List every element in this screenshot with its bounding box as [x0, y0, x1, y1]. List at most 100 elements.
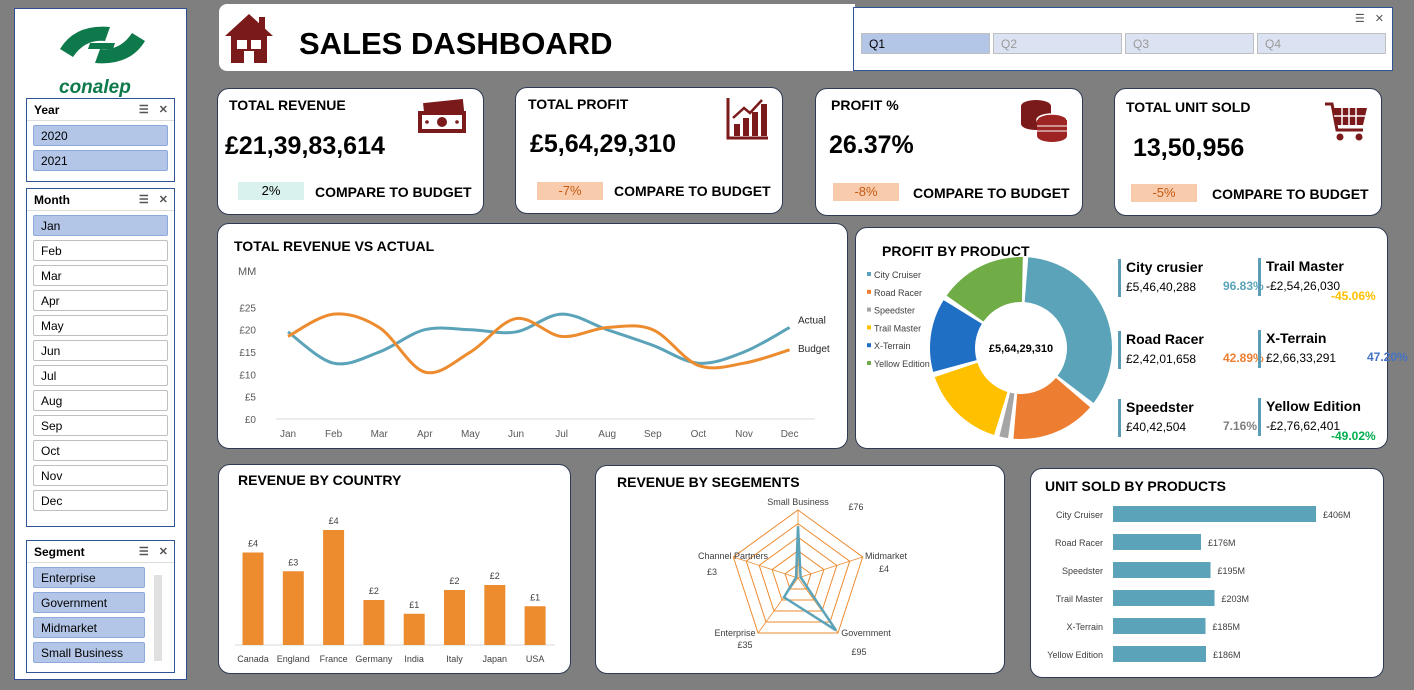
- product-profit-tile: Trail Master -£2,54,26,030 -45.06%: [1258, 258, 1376, 303]
- radar-value-label: £95: [851, 647, 866, 657]
- revenue-by-segments-chart: REVENUE BY SEGEMENTS Small Business £76 Mi…: [595, 465, 1005, 674]
- series-line-actual: [287, 312, 791, 366]
- radar-axis-label: Small Business: [767, 497, 829, 507]
- donut-chart-svg: City Cruiser Road Racer Speedster Trail Mas…: [867, 257, 1112, 439]
- kpi-title: TOTAL PROFIT: [528, 96, 629, 112]
- segment-item[interactable]: Enterprise: [33, 567, 145, 588]
- product-name: Yellow Edition: [1266, 398, 1361, 414]
- quarter-item[interactable]: Q1: [861, 33, 990, 54]
- growth-chart-icon: [726, 98, 768, 140]
- month-item[interactable]: May: [33, 315, 168, 336]
- bar-value-label: £2: [369, 586, 379, 596]
- country-bar: [363, 600, 385, 645]
- multi-select-icon[interactable]: ☰: [139, 103, 149, 116]
- segment-item[interactable]: Small Business: [33, 642, 145, 663]
- bar-value-label: £176M: [1208, 538, 1236, 548]
- multi-select-icon[interactable]: ☰: [139, 193, 149, 206]
- month-item[interactable]: Jun: [33, 340, 168, 361]
- legend-swatch: [867, 361, 871, 365]
- y-tick-label: £15: [239, 348, 256, 359]
- x-tick-label: India: [404, 654, 424, 664]
- month-slicer: Month ☰ ✕ Jan Feb Mar Apr May Jun Jul Aug Sep Oct N…: [26, 188, 175, 527]
- kpi-total-profit: TOTAL PROFIT £5,64,29,310 -7% COMPARE TO…: [515, 87, 783, 214]
- product-profit-tile: City crusier £5,46,40,288 96.83%: [1118, 259, 1264, 297]
- clear-filter-icon[interactable]: ✕: [1375, 12, 1384, 25]
- product-profit-tile: Yellow Edition -£2,76,62,401 -49.02%: [1258, 398, 1376, 443]
- kpi-value: £5,64,29,310: [530, 130, 676, 158]
- y-tick-label: £5: [245, 393, 257, 404]
- month-item[interactable]: Aug: [33, 390, 168, 411]
- month-item[interactable]: Feb: [33, 240, 168, 261]
- bar-value-label: £1: [409, 600, 419, 610]
- segment-item[interactable]: Government: [33, 592, 145, 613]
- y-tick-label: Yellow Edition: [1047, 650, 1103, 660]
- quarter-item[interactable]: Q4: [1257, 33, 1386, 54]
- month-item[interactable]: Jul: [33, 365, 168, 386]
- radar-axis-label: Midmarket: [865, 551, 908, 561]
- revenue-by-country-chart: REVENUE BY COUNTRY £4 Canada £3 England £4 Fr…: [218, 464, 571, 674]
- year-slicer-header: Year ☰ ✕: [27, 99, 174, 121]
- legend-swatch: [867, 272, 871, 276]
- year-item[interactable]: 2020: [33, 125, 168, 146]
- multi-select-icon[interactable]: ☰: [1355, 12, 1365, 25]
- bar-value-label: £186M: [1213, 650, 1241, 660]
- legend-label: Speedster: [874, 306, 915, 316]
- month-item[interactable]: Apr: [33, 290, 168, 311]
- x-tick-label: France: [320, 654, 348, 664]
- logo-text: conalep: [59, 77, 131, 98]
- segment-item[interactable]: Midmarket: [33, 617, 145, 638]
- x-tick-label: Mar: [371, 429, 389, 440]
- month-item[interactable]: Nov: [33, 465, 168, 486]
- kpi-profit-percent: PROFIT % 26.37% -8% COMPARE TO BUDGET: [815, 88, 1083, 216]
- product-profit-tile: Speedster £40,42,504 7.16%: [1118, 399, 1257, 437]
- kpi-value: £21,39,83,614: [225, 132, 385, 160]
- bar-value-label: £4: [329, 516, 339, 526]
- bar-value-label: £195M: [1218, 566, 1246, 576]
- kpi-value: 26.37%: [829, 131, 914, 159]
- radar-axis-label: Government: [841, 628, 891, 638]
- clear-filter-icon[interactable]: ✕: [159, 103, 168, 116]
- month-item[interactable]: Jan: [33, 215, 168, 236]
- units-bar-svg: City Cruiser £406M Road Racer £176M Speedste…: [1047, 506, 1351, 662]
- month-item[interactable]: Dec: [33, 490, 168, 511]
- x-tick-label: USA: [526, 654, 545, 664]
- shopping-cart-icon: [1325, 102, 1367, 141]
- donut-center-label: £5,64,29,310: [989, 343, 1053, 355]
- x-tick-label: Nov: [735, 429, 753, 440]
- product-name: Speedster: [1126, 399, 1194, 415]
- kpi-title: TOTAL UNIT SOLD: [1126, 99, 1251, 115]
- quarter-slicer: ☰ ✕ Q1 Q2 Q3 Q4: [853, 7, 1393, 71]
- x-tick-label: Jan: [280, 429, 296, 440]
- clear-filter-icon[interactable]: ✕: [159, 545, 168, 558]
- profit-by-product-chart: PROFIT BY PRODUCT City Cruiser Road Racer…: [855, 227, 1408, 449]
- radar-axis-label: Enterprise: [714, 628, 755, 638]
- year-item[interactable]: 2021: [33, 150, 168, 171]
- legend-label: Road Racer: [874, 288, 922, 298]
- bar-value-label: £2: [490, 571, 500, 581]
- kpi-total-revenue: TOTAL REVENUE £21,39,83,614 2% COMPARE T…: [217, 88, 484, 215]
- y-tick-label: Trail Master: [1056, 594, 1103, 604]
- kpi-compare-label: COMPARE TO BUDGET: [315, 184, 472, 200]
- country-bar: [403, 613, 425, 645]
- radar-value-label: £76: [848, 502, 863, 512]
- month-item[interactable]: Oct: [33, 440, 168, 461]
- kpi-compare-label: COMPARE TO BUDGET: [614, 183, 771, 199]
- product-name: Trail Master: [1266, 258, 1344, 274]
- x-tick-label: Feb: [325, 429, 343, 440]
- product-profit-percent: 7.16%: [1223, 419, 1258, 433]
- month-item[interactable]: Sep: [33, 415, 168, 436]
- y-tick-label: X-Terrain: [1066, 622, 1103, 632]
- quarter-item[interactable]: Q2: [993, 33, 1122, 54]
- kpi-budget-badge: -7%: [537, 182, 603, 200]
- legend-label: Yellow Edition: [874, 359, 930, 369]
- multi-select-icon[interactable]: ☰: [139, 545, 149, 558]
- month-item[interactable]: Mar: [33, 265, 168, 286]
- y-axis-unit: MM: [238, 266, 256, 278]
- segment-scrollbar[interactable]: [154, 575, 162, 661]
- clear-filter-icon[interactable]: ✕: [159, 193, 168, 206]
- quarter-item[interactable]: Q3: [1125, 33, 1254, 54]
- kpi-title: TOTAL REVENUE: [229, 97, 346, 113]
- kpi-title: PROFIT %: [831, 97, 899, 113]
- radar-chart-svg: Small Business £76 Midmarket £4 Government £9…: [698, 497, 908, 657]
- home-icon: [225, 14, 273, 63]
